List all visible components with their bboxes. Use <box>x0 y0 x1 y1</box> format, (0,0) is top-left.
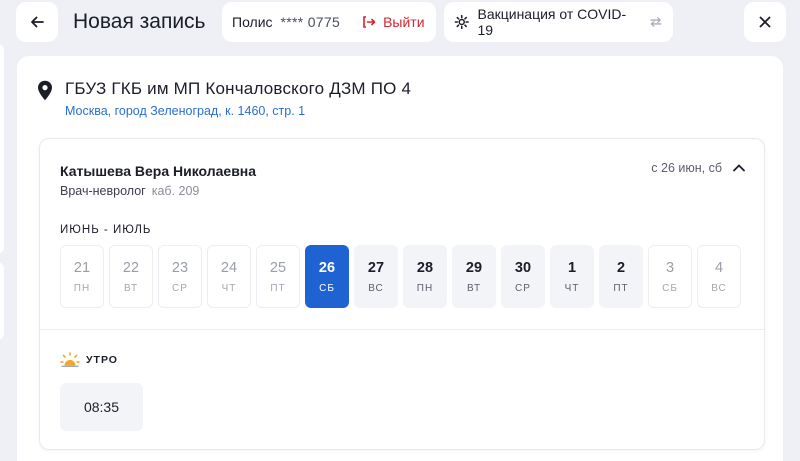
logout-icon <box>363 16 376 28</box>
left-panel-edge <box>0 44 4 254</box>
day-number: 1 <box>567 260 577 276</box>
day-9[interactable]: 30 СР <box>501 245 545 308</box>
day-weekday: ПТ <box>270 283 286 294</box>
page-title: Новая запись <box>73 10 206 33</box>
service-label: Вакцинация от COVID-19 <box>477 6 627 38</box>
section-divider <box>40 329 764 330</box>
policy-panel: Полис **** 0775 Выйти <box>222 2 436 42</box>
day-4[interactable]: 25 ПТ <box>256 245 300 308</box>
day-number: 3 <box>665 260 675 276</box>
collapse-button[interactable] <box>728 157 750 179</box>
day-8[interactable]: 29 ВТ <box>452 245 496 308</box>
period-header: УТРО <box>60 352 118 368</box>
day-2[interactable]: 23 СР <box>158 245 202 308</box>
day-weekday: СР <box>515 283 531 294</box>
doctor-meta: Врач-невролог каб. 209 <box>60 184 199 198</box>
day-3[interactable]: 24 ЧТ <box>207 245 251 308</box>
doctor-specialty: Врач-невролог <box>60 184 146 198</box>
day-weekday: ПН <box>416 283 434 294</box>
day-weekday: ЧТ <box>564 283 580 294</box>
day-weekday: ВТ <box>466 283 482 294</box>
day-number: 23 <box>171 260 189 276</box>
day-number: 29 <box>465 260 483 276</box>
clinic-name: ГБУЗ ГКБ им МП Кончаловского ДЗМ ПО 4 <box>65 79 412 98</box>
day-number: 2 <box>616 260 626 276</box>
day-13[interactable]: 4 ВС <box>697 245 741 308</box>
policy-number: **** 0775 <box>280 14 341 30</box>
logout-button[interactable]: Выйти <box>362 14 425 30</box>
service-selector[interactable]: Вакцинация от COVID-19 <box>444 2 673 42</box>
day-number: 27 <box>367 260 385 276</box>
day-number: 25 <box>269 260 287 276</box>
day-number: 26 <box>318 260 336 276</box>
day-weekday: СБ <box>319 283 335 294</box>
day-weekday: ЧТ <box>221 283 237 294</box>
back-button[interactable] <box>16 2 58 42</box>
day-weekday: ПН <box>73 283 91 294</box>
day-1[interactable]: 22 ВТ <box>109 245 153 308</box>
month-label: ИЮНЬ - ИЮЛЬ <box>60 224 152 236</box>
doctor-room: каб. 209 <box>151 184 200 198</box>
time-slot[interactable]: 08:35 <box>60 383 143 431</box>
day-weekday: ВТ <box>123 283 139 294</box>
day-weekday: ПТ <box>613 283 629 294</box>
arrow-left-icon <box>31 16 44 28</box>
earliest-date: с 26 июн, сб <box>651 161 722 175</box>
day-number: 28 <box>416 260 434 276</box>
day-12[interactable]: 3 СБ <box>648 245 692 308</box>
day-number: 4 <box>714 260 724 276</box>
day-number: 30 <box>514 260 532 276</box>
clinic-info: ГБУЗ ГКБ им МП Кончаловского ДЗМ ПО 4 Мо… <box>37 78 411 118</box>
doctor-card: Катышева Вера Николаевна Врач-невролог ка… <box>39 138 765 450</box>
day-weekday: ВС <box>368 283 384 294</box>
appointment-card: ГБУЗ ГКБ им МП Кончаловского ДЗМ ПО 4 Мо… <box>17 56 783 461</box>
day-0[interactable]: 21 ПН <box>60 245 104 308</box>
day-number: 22 <box>122 260 140 276</box>
doctor-name: Катышева Вера Николаевна <box>60 163 257 179</box>
sun-icon <box>60 352 80 368</box>
day-weekday: ВС <box>711 283 727 294</box>
policy-label: Полис <box>232 14 273 30</box>
day-number: 21 <box>73 260 91 276</box>
logout-label: Выйти <box>383 14 425 30</box>
day-weekday: СБ <box>662 283 678 294</box>
date-picker: 21 ПН 22 ВТ 23 СР 24 ЧТ 25 ПТ 26 СБ 27 ВС 28 ПН … <box>60 245 741 308</box>
chevron-up-icon <box>733 164 745 172</box>
close-icon <box>759 16 771 28</box>
swap-icon[interactable] <box>649 15 663 29</box>
day-6[interactable]: 27 ВС <box>354 245 398 308</box>
day-10[interactable]: 1 ЧТ <box>550 245 594 308</box>
day-7[interactable]: 28 ПН <box>403 245 447 308</box>
gear-icon <box>454 14 469 30</box>
period-label: УТРО <box>86 354 118 366</box>
day-weekday: СР <box>172 283 188 294</box>
location-pin-icon <box>38 80 52 101</box>
clinic-address-link[interactable]: Москва, город Зеленоград, к. 1460, стр. … <box>65 104 411 118</box>
day-5[interactable]: 26 СБ <box>305 245 349 308</box>
close-button[interactable] <box>744 2 786 42</box>
left-panel-edge-lower <box>0 262 4 340</box>
day-number: 24 <box>220 260 238 276</box>
day-11[interactable]: 2 ПТ <box>599 245 643 308</box>
